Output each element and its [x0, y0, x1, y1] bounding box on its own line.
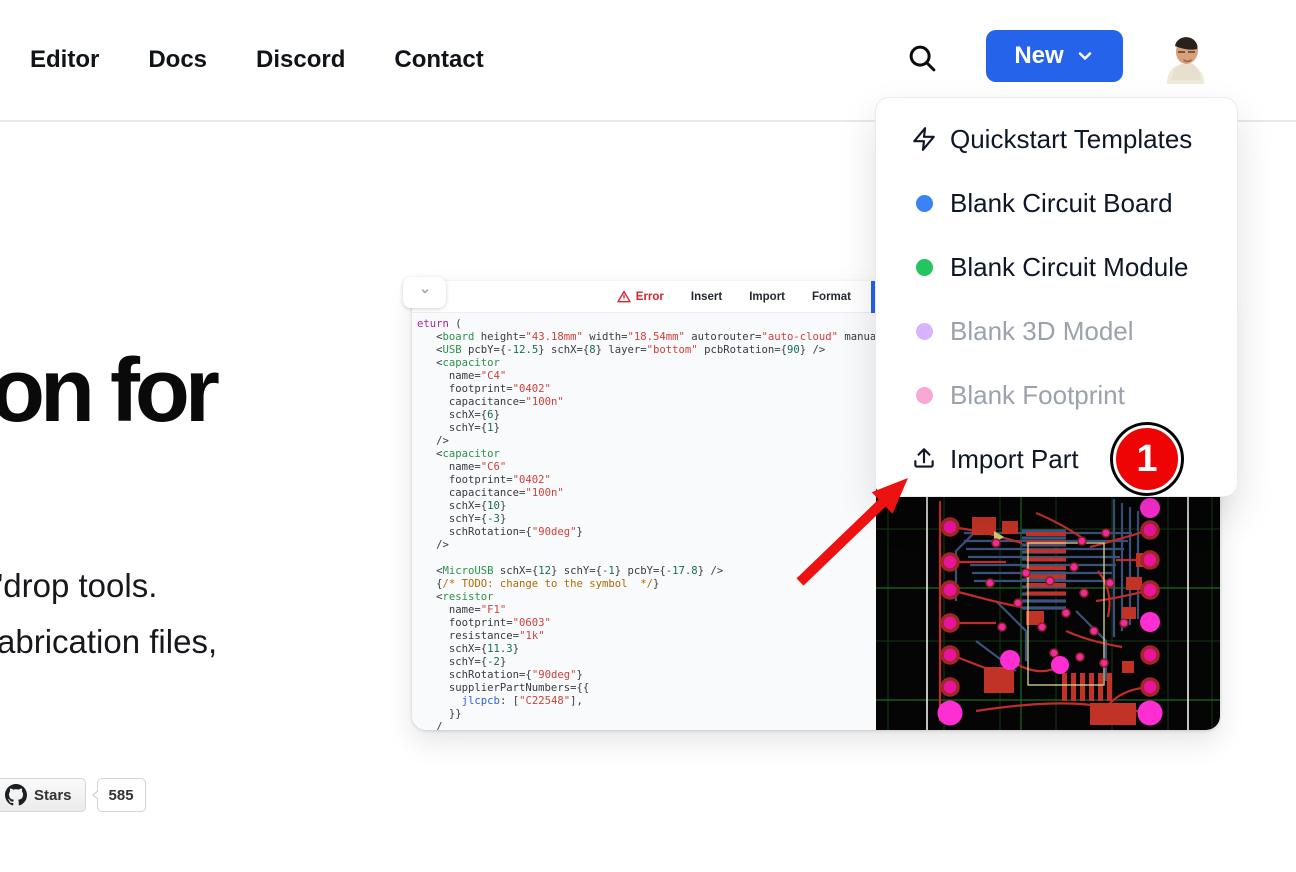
new-dropdown-menu: Quickstart Templates Blank Circuit Board B… — [875, 97, 1238, 497]
search-button[interactable] — [903, 40, 941, 78]
color-dot-icon — [910, 317, 938, 345]
code-line: <capacitor — [417, 448, 876, 461]
chevron-down-icon — [1075, 46, 1095, 66]
github-stars-widget: Stars 585 — [0, 778, 146, 812]
nav-links: Editor Docs Discord Contact — [30, 0, 484, 120]
warning-icon — [617, 290, 631, 303]
page: Editor Docs Discord Contact New — [0, 0, 1296, 872]
hero-paragraph: 'drop tools. abrication files, — [0, 558, 217, 670]
new-button-label: New — [1014, 42, 1063, 70]
code-line: <resistor — [417, 591, 876, 604]
error-label: Error — [636, 291, 664, 303]
nav-link[interactable]: Contact — [394, 46, 483, 74]
toolbar-menu-item: Import — [749, 291, 785, 303]
dropdown-item[interactable]: Quickstart Templates — [876, 107, 1237, 171]
annotation-badge-number: 1 — [1136, 438, 1157, 481]
dropdown-item[interactable]: Blank 3D Model — [876, 299, 1237, 363]
code-line: <USB pcbY={-12.5} schX={8} layer="bottom… — [417, 344, 876, 357]
nav-link[interactable]: Editor — [30, 46, 99, 74]
github-stars-button[interactable]: Stars — [0, 778, 86, 812]
annotation-arrow — [788, 470, 918, 592]
color-dot-icon — [910, 381, 938, 409]
annotation-badge: 1 — [1113, 425, 1181, 493]
toolbar-menu: Insert Import Format — [691, 291, 851, 303]
code-line: <board height="43.18mm" width="18.54mm" … — [417, 331, 876, 344]
code-line: footprint="0402" — [417, 383, 876, 396]
color-dot-icon — [910, 253, 938, 281]
code-line: name="C4" — [417, 370, 876, 383]
nav-link[interactable]: Discord — [256, 46, 345, 74]
code-line: eturn ( — [417, 318, 876, 331]
code-line: name="F1" — [417, 604, 876, 617]
code-line: jlcpcb: ["C22548"], — [417, 695, 876, 708]
dropdown-item[interactable]: Import Part — [876, 427, 1237, 491]
code-line: schY={-2} — [417, 656, 876, 669]
search-icon — [907, 43, 937, 76]
code-line: }} — [417, 708, 876, 721]
nav-link[interactable]: Docs — [148, 46, 207, 74]
dropdown-item[interactable]: Blank Circuit Board — [876, 171, 1237, 235]
dropdown-item-label: Quickstart Templates — [950, 124, 1192, 155]
upload-icon — [910, 445, 938, 473]
dropdown-item-label: Blank Footprint — [950, 380, 1125, 411]
code-line: capacitance="100n" — [417, 396, 876, 409]
toolbar-menu-item: Insert — [691, 291, 722, 303]
dropdown-item-label: Import Part — [950, 444, 1079, 475]
error-indicator: Error — [617, 290, 664, 303]
chevron-small-icon — [419, 284, 431, 302]
code-line: <capacitor — [417, 357, 876, 370]
dropdown-item-label: Blank Circuit Board — [950, 188, 1173, 219]
code-line: resistance="1k" — [417, 630, 876, 643]
toolbar-menu-item: Format — [812, 291, 851, 303]
code-line: /> — [417, 435, 876, 448]
github-stars-count[interactable]: 585 — [97, 778, 146, 812]
screenshot-zoom-tab — [403, 277, 446, 308]
code-line: schX={6} — [417, 409, 876, 422]
code-line: schRotation={"90deg"} — [417, 669, 876, 682]
github-icon — [5, 784, 27, 806]
hero-paragraph-line-1: 'drop tools. — [0, 558, 217, 614]
github-stars-label: Stars — [34, 787, 72, 804]
code-line: footprint="0603" — [417, 617, 876, 630]
code-line: supplierPartNumbers={{ — [417, 682, 876, 695]
color-dot-icon — [910, 189, 938, 217]
dropdown-item-label: Blank 3D Model — [950, 316, 1134, 347]
avatar[interactable] — [1157, 28, 1213, 84]
code-line: schY={1} — [417, 422, 876, 435]
code-line: schX={11.3} — [417, 643, 876, 656]
dropdown-item[interactable]: Blank Footprint — [876, 363, 1237, 427]
new-button[interactable]: New — [986, 30, 1123, 82]
dropdown-item-label: Blank Circuit Module — [950, 252, 1188, 283]
github-stars-count-value: 585 — [109, 787, 134, 804]
dropdown-item[interactable]: Blank Circuit Module — [876, 235, 1237, 299]
hero-paragraph-line-2: abrication files, — [0, 614, 217, 670]
zap-icon — [910, 125, 938, 153]
editor-toolbar: Error Insert Import Format — [412, 281, 876, 313]
code-line: / — [417, 721, 876, 730]
hero-heading-fragment: on for — [0, 346, 215, 436]
